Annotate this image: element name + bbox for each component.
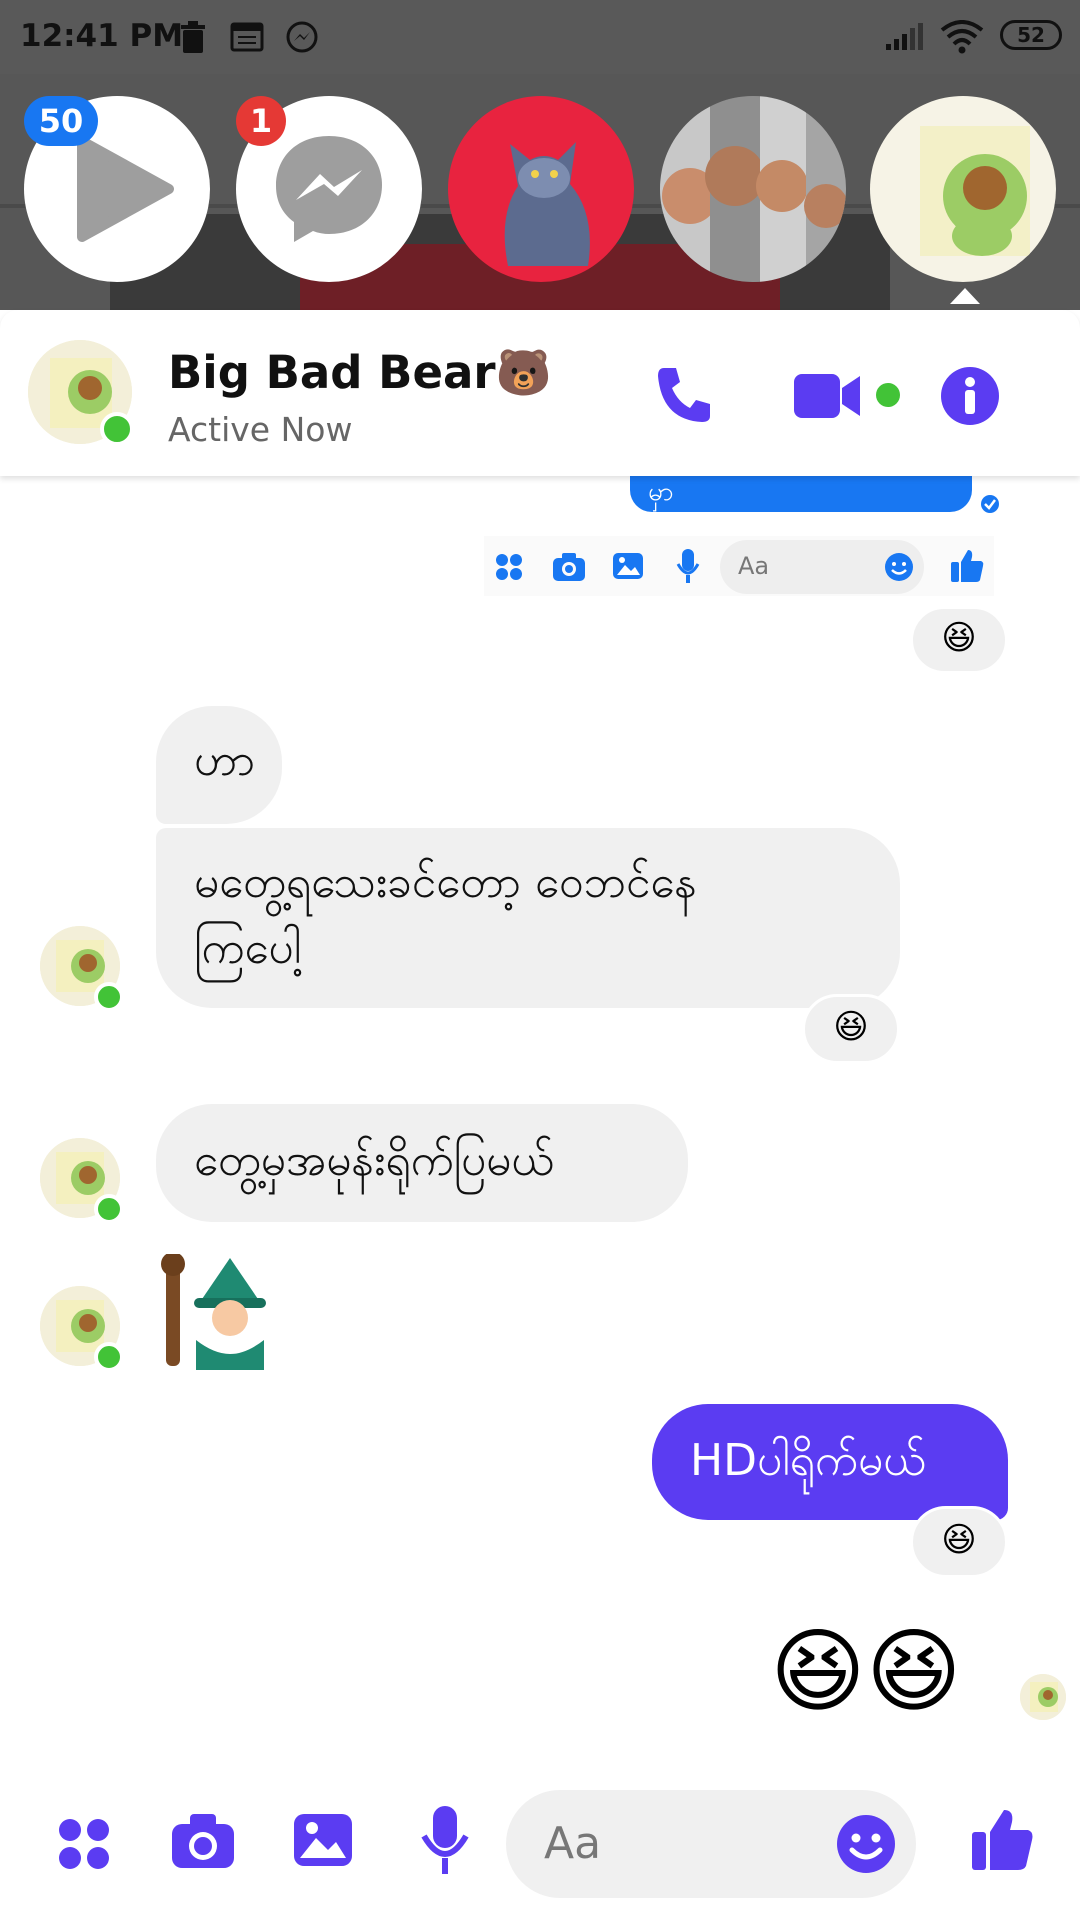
like-icon bbox=[951, 550, 984, 582]
mic-icon bbox=[676, 549, 700, 583]
signal-icon bbox=[886, 23, 923, 50]
reaction-badge[interactable]: 😆 bbox=[910, 1506, 1008, 1578]
contact-status: Active Now bbox=[168, 410, 353, 449]
selected-head-pointer bbox=[950, 288, 980, 304]
info-icon[interactable] bbox=[940, 366, 1000, 426]
camera-icon[interactable] bbox=[170, 1812, 236, 1870]
incoming-message[interactable]: ဟာ bbox=[156, 706, 282, 824]
bear-avatar-image bbox=[920, 126, 1030, 256]
emoji-icon bbox=[885, 553, 913, 581]
avatar-image bbox=[1020, 1674, 1066, 1720]
group-photo-image bbox=[660, 96, 846, 282]
online-indicator bbox=[100, 412, 134, 446]
outgoing-emoji-message[interactable]: 😆😆 bbox=[770, 1616, 1010, 1728]
mic-icon[interactable] bbox=[420, 1804, 470, 1876]
phone-icon[interactable] bbox=[652, 362, 716, 426]
trash-icon bbox=[181, 21, 205, 53]
incoming-message[interactable]: မတွေ့ရသေးခင်တော့ ဝေဘင်နေ ကြပေါ့ bbox=[156, 828, 900, 1008]
message-input-placeholder: Aa bbox=[544, 1818, 602, 1869]
message-line: ကြပေါ့ bbox=[194, 923, 302, 974]
embedded-bubble-text: မှာ bbox=[648, 477, 674, 507]
read-receipt-avatar bbox=[1020, 1674, 1066, 1720]
contact-avatar-small[interactable] bbox=[40, 1138, 124, 1224]
reaction-badge[interactable]: 😆 bbox=[802, 994, 900, 1064]
video-available-dot bbox=[876, 383, 900, 407]
gallery-icon[interactable] bbox=[292, 1810, 354, 1870]
contact-avatar-small[interactable] bbox=[40, 1286, 124, 1372]
wizard-sticker[interactable] bbox=[156, 1254, 276, 1370]
message-input[interactable]: Aa bbox=[506, 1790, 916, 1898]
contact-avatar[interactable] bbox=[28, 340, 134, 446]
embedded-composer: Aa bbox=[484, 536, 994, 596]
online-indicator bbox=[94, 1194, 124, 1224]
chat-head-bear-avatar[interactable] bbox=[870, 96, 1056, 282]
embedded-outgoing-bubble: မှာ bbox=[630, 476, 972, 512]
apps-icon bbox=[496, 554, 522, 580]
gallery-icon bbox=[613, 553, 643, 579]
chat-head-group-photo[interactable] bbox=[660, 96, 846, 282]
video-badge: 50 bbox=[24, 96, 98, 146]
camera-icon bbox=[553, 553, 585, 581]
outgoing-message[interactable]: HDပါရိုက်မယ် bbox=[652, 1404, 1008, 1520]
messenger-notification-icon bbox=[286, 21, 318, 53]
embedded-input: Aa bbox=[720, 540, 924, 594]
emoji-icon[interactable] bbox=[836, 1814, 896, 1874]
like-icon[interactable] bbox=[970, 1806, 1034, 1872]
wifi-icon bbox=[940, 20, 984, 54]
cat-avatar-image bbox=[504, 142, 590, 266]
contact-avatar-small[interactable] bbox=[40, 926, 124, 1012]
composer-bar: Aa bbox=[0, 1780, 1080, 1920]
reaction-badge[interactable]: 😆 bbox=[910, 606, 1008, 674]
seen-check-icon bbox=[981, 495, 999, 513]
chat-head-cat-avatar[interactable] bbox=[448, 96, 634, 282]
status-bar: 12:41 PM 52 bbox=[0, 0, 1080, 74]
status-time: 12:41 PM bbox=[20, 18, 184, 54]
embedded-input-placeholder: Aa bbox=[738, 552, 770, 580]
calendar-icon bbox=[230, 22, 264, 52]
online-indicator bbox=[94, 982, 124, 1012]
messenger-badge: 1 bbox=[236, 96, 286, 146]
apps-icon[interactable] bbox=[56, 1816, 112, 1872]
video-call-icon[interactable] bbox=[792, 370, 864, 422]
incoming-message[interactable]: တွေ့မှအမုန်းရိုက်ပြမယ် bbox=[156, 1104, 688, 1222]
battery-indicator: 52 bbox=[1000, 20, 1062, 50]
online-indicator bbox=[94, 1342, 124, 1372]
message-list[interactable]: မှာ Aa � bbox=[0, 476, 1080, 1780]
message-line: မတွေ့ရသေးခင်တော့ ဝေဘင်နေ bbox=[194, 857, 698, 908]
contact-name: Big Bad Bear🐻 bbox=[168, 346, 552, 399]
conversation-header: Big Bad Bear🐻 Active Now bbox=[0, 310, 1080, 476]
